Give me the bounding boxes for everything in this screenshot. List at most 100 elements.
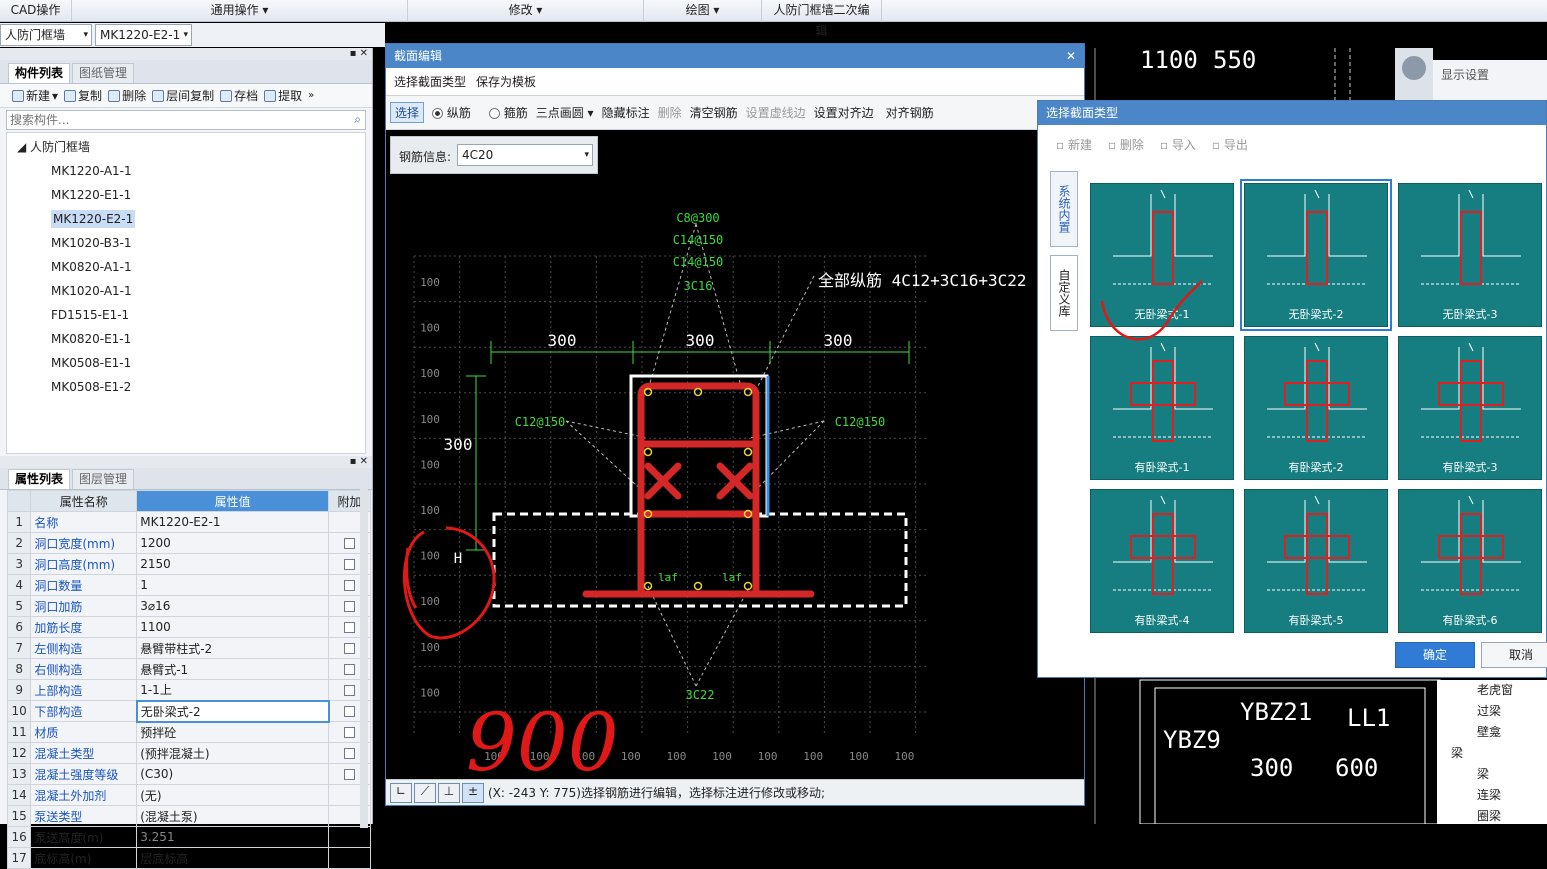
section-type-thumb[interactable]: 有卧梁式-1: [1090, 336, 1234, 480]
prop-value[interactable]: (预拌混凝土): [136, 742, 330, 764]
rebar-point[interactable]: [743, 447, 753, 457]
property-row[interactable]: 10 下部构造 无卧梁式-2: [6, 699, 371, 723]
property-row[interactable]: 4 洞口数量 1: [6, 574, 371, 596]
property-row[interactable]: 2 洞口宽度(mm) 1200: [6, 532, 371, 554]
dim-300-3[interactable]: 300: [824, 331, 853, 350]
right-tree-item[interactable]: 梁: [1437, 764, 1547, 785]
copy-button[interactable]: 复制: [64, 87, 102, 104]
right-tree-item[interactable]: 老虎窗: [1437, 680, 1547, 701]
property-row[interactable]: 14 混凝土外加剂 (无): [6, 784, 371, 806]
checkbox-icon[interactable]: [344, 748, 356, 759]
property-row[interactable]: 17 底标高(m) 层底标高: [6, 847, 371, 869]
prop-value[interactable]: 1100: [136, 616, 330, 638]
checkbox-icon[interactable]: [344, 643, 356, 654]
ann-all-rebar[interactable]: 全部纵筋 4C12+3C16+3C22: [818, 271, 1027, 290]
tree-item[interactable]: MK0820-E1-1: [7, 327, 365, 351]
prop-value[interactable]: 悬臂式-1: [136, 658, 330, 680]
tab-layer-manage[interactable]: 图层管理: [72, 469, 135, 489]
display-settings[interactable]: 显示设置: [1433, 60, 1547, 100]
save-template-menu[interactable]: 保存为模板: [476, 73, 536, 90]
tree-item[interactable]: MK1020-B3-1: [7, 231, 365, 255]
checkbox-icon[interactable]: [344, 706, 356, 717]
prop-value[interactable]: 预拌砼: [136, 721, 330, 743]
archive-button[interactable]: 存档: [220, 87, 258, 104]
property-row[interactable]: 3 洞口高度(mm) 2150: [6, 553, 371, 575]
section-type-thumb[interactable]: 有卧梁式-4: [1090, 489, 1234, 633]
tree-item[interactable]: MK1220-A1-1: [7, 159, 365, 183]
prop-value[interactable]: 1-1上: [136, 679, 330, 701]
prop-value[interactable]: 悬臂带柱式-2: [136, 637, 330, 659]
right-tree-item[interactable]: 过梁: [1437, 701, 1547, 722]
property-row[interactable]: 13 混凝土强度等级 (C30): [6, 763, 371, 785]
dim-mode-icon[interactable]: ±: [462, 782, 484, 803]
menu-modify[interactable]: 修改 ▾: [408, 0, 644, 22]
dim-h[interactable]: H: [454, 551, 462, 567]
picker-export-button[interactable]: ▫ 导出: [1212, 136, 1248, 153]
property-row[interactable]: 16 泵送高度(m) 3.251: [6, 826, 371, 848]
tree-item[interactable]: MK0508-E1-1: [7, 351, 365, 375]
menu-general[interactable]: 通用操作 ▾: [72, 0, 408, 22]
checkbox-icon[interactable]: [344, 664, 356, 675]
section-type-thumb[interactable]: 有卧梁式-3: [1398, 336, 1542, 480]
tree-item[interactable]: MK0508-E1-2: [7, 375, 365, 399]
property-row[interactable]: 9 上部构造 1-1上: [6, 679, 371, 701]
ann-c8[interactable]: C8@300: [676, 211, 719, 225]
prop-value[interactable]: 无卧梁式-2: [135, 699, 330, 723]
right-tree-item[interactable]: 连梁: [1437, 785, 1547, 806]
ann-c12-left[interactable]: C12@150: [515, 415, 566, 429]
type-combo[interactable]: 人防门框墙: [0, 24, 92, 46]
section-type-thumb[interactable]: 有卧梁式-2: [1244, 336, 1388, 480]
prop-value[interactable]: 2150: [136, 553, 330, 575]
stirrup-radio[interactable]: 箍筋: [488, 104, 528, 121]
hide-annotation-button[interactable]: 隐藏标注: [602, 104, 650, 121]
delete-rebar-button[interactable]: 删除: [658, 104, 682, 121]
align-rebar-button[interactable]: 对齐钢筋: [886, 104, 934, 121]
floor-copy-button[interactable]: 层间复制: [152, 87, 214, 104]
rebar-point[interactable]: [693, 387, 703, 397]
ann-3c22[interactable]: 3C22: [686, 688, 715, 702]
tree-item[interactable]: MK1220-E2-1: [7, 207, 365, 231]
snap-icon[interactable]: ⟋: [414, 782, 436, 803]
tab-property-list[interactable]: 属性列表: [8, 469, 71, 489]
menu-draw[interactable]: 绘图 ▾: [644, 0, 762, 22]
clear-rebar-button[interactable]: 清空钢筋: [690, 104, 738, 121]
tree-item[interactable]: MK1220-E1-1: [7, 183, 365, 207]
right-tree-item[interactable]: 梁: [1437, 743, 1547, 764]
section-type-thumb[interactable]: 无卧梁式-2: [1240, 179, 1392, 331]
property-row[interactable]: 5 洞口加筋 3⌀16: [6, 595, 371, 617]
prop-value[interactable]: (C30): [136, 763, 330, 785]
prop-value[interactable]: 1200: [136, 532, 330, 554]
tree-root[interactable]: ◢ 人防门框墙: [7, 135, 365, 159]
extract-button[interactable]: 提取: [264, 87, 302, 104]
checkbox-icon[interactable]: [344, 769, 356, 780]
search-input[interactable]: [7, 111, 337, 129]
menu-edit2[interactable]: 人防门框墙二次编辑: [762, 0, 882, 38]
more-icon[interactable]: »: [308, 90, 314, 101]
prop-add-checkbox[interactable]: [328, 847, 371, 869]
set-align-edge-button[interactable]: 设置对齐边: [814, 104, 874, 121]
property-row[interactable]: 15 泵送类型 (混凝土泵): [6, 805, 371, 827]
arc-button[interactable]: 三点画圆 ▾: [536, 104, 594, 121]
right-tree-item[interactable]: 壁龛: [1437, 722, 1547, 743]
prop-value[interactable]: 3.251: [136, 826, 330, 848]
property-row[interactable]: 7 左侧构造 悬臂带柱式-2: [6, 637, 371, 659]
prop-scrollbar[interactable]: [360, 488, 368, 828]
close-icon[interactable]: ✕: [1066, 44, 1076, 68]
ortho-icon[interactable]: ∟: [390, 782, 412, 803]
cancel-button[interactable]: 取消: [1481, 642, 1547, 668]
select-button[interactable]: 选择: [390, 102, 425, 123]
picker-delete-button[interactable]: ▫ 删除: [1108, 136, 1144, 153]
section-canvas[interactable]: 100 100 100 100 100 100 100 100 100 100 100 100 100 1…: [386, 176, 1084, 776]
checkbox-icon[interactable]: [344, 580, 356, 591]
search-box[interactable]: ⌕: [6, 110, 366, 130]
property-row[interactable]: 8 右侧构造 悬臂式-1: [6, 658, 371, 680]
rebar-point[interactable]: [743, 581, 753, 591]
set-dashed-edge-button[interactable]: 设置虚线边: [746, 104, 806, 121]
ann-laf-1[interactable]: laf: [658, 571, 678, 584]
dim-300-v[interactable]: 300: [444, 435, 473, 454]
panel-pin-2[interactable]: ▪ ✕: [0, 456, 372, 468]
checkbox-icon[interactable]: [344, 685, 356, 696]
search-icon[interactable]: ⌕: [354, 112, 361, 127]
checkbox-icon[interactable]: [344, 559, 356, 570]
rebar-point[interactable]: [643, 447, 653, 457]
